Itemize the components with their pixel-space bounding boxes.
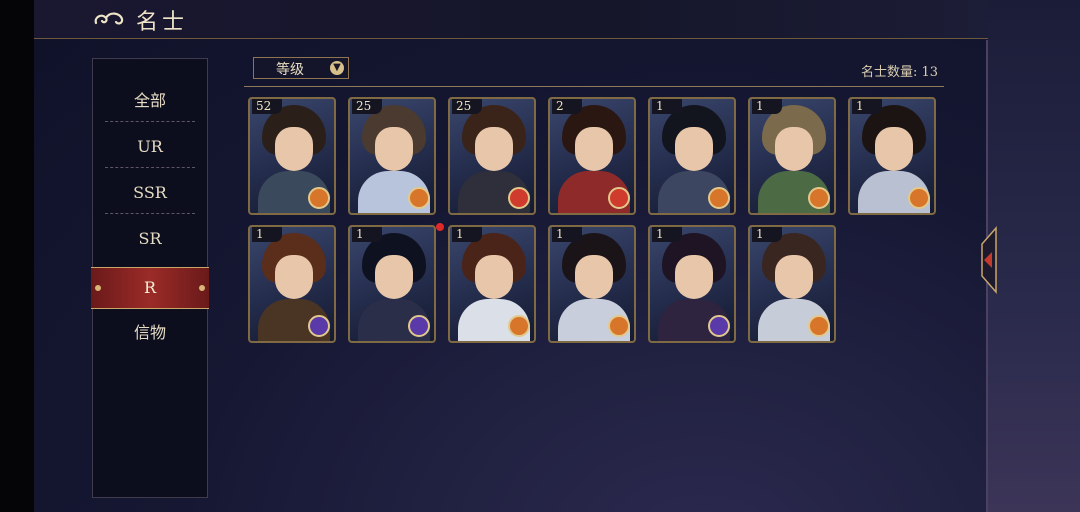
orange-faction-icon (408, 187, 430, 209)
portrait-face (275, 255, 313, 299)
character-card[interactable]: 1 (248, 225, 336, 343)
portrait-face (275, 127, 313, 171)
purple-faction-icon (708, 315, 730, 337)
portrait-face (775, 127, 813, 171)
character-card[interactable]: 25 (348, 97, 436, 215)
level-badge: 25 (352, 99, 382, 114)
divider (105, 121, 195, 122)
divider (105, 167, 195, 168)
level-badge: 1 (752, 227, 782, 242)
rarity-filter-sidebar: 全部 UR SSR SR R 信物 (91, 58, 209, 498)
character-card[interactable]: 1 (348, 225, 436, 343)
portrait-face (875, 127, 913, 171)
orange-faction-icon (308, 187, 330, 209)
ornament-dot (95, 285, 101, 291)
portrait-face (575, 255, 613, 299)
orange-faction-icon (608, 315, 630, 337)
filter-ur[interactable]: UR (93, 127, 207, 167)
filter-all[interactable]: 全部 (93, 81, 207, 121)
orange-faction-icon (808, 315, 830, 337)
sort-dropdown[interactable]: 等级 ▼ (253, 57, 349, 79)
portrait-face (775, 255, 813, 299)
orange-faction-icon (908, 187, 930, 209)
red-faction-icon (608, 187, 630, 209)
level-badge: 1 (652, 227, 682, 242)
character-card[interactable]: 25 (448, 97, 536, 215)
chevron-down-icon: ▼ (330, 61, 344, 75)
new-indicator-dot (436, 223, 444, 231)
character-card[interactable]: 1 (548, 225, 636, 343)
arrow-left-icon[interactable] (976, 226, 1000, 294)
level-badge: 1 (652, 99, 682, 114)
orange-faction-icon (708, 187, 730, 209)
portrait-face (675, 255, 713, 299)
level-badge: 2 (552, 99, 582, 114)
portrait-face (475, 255, 513, 299)
character-card[interactable]: 52 (248, 97, 336, 215)
level-badge: 1 (752, 99, 782, 114)
left-black-bar (0, 0, 34, 512)
portrait-face (575, 127, 613, 171)
right-background (988, 0, 1080, 512)
orange-faction-icon (508, 315, 530, 337)
purple-faction-icon (308, 315, 330, 337)
orange-faction-icon (808, 187, 830, 209)
portrait-face (475, 127, 513, 171)
character-card[interactable]: 2 (548, 97, 636, 215)
level-badge: 1 (552, 227, 582, 242)
header-divider (244, 86, 944, 87)
character-card[interactable]: 1 (748, 97, 836, 215)
divider (105, 213, 195, 214)
page-title: 名士 (136, 10, 189, 35)
level-badge: 52 (252, 99, 282, 114)
character-count: 名士数量: 13 (860, 65, 938, 80)
ornament-dot (199, 285, 205, 291)
portrait-face (375, 255, 413, 299)
character-card[interactable]: 1 (748, 225, 836, 343)
character-card[interactable]: 1 (448, 225, 536, 343)
filter-sr[interactable]: SR (93, 219, 207, 259)
portrait-face (375, 127, 413, 171)
cloud-swirl-icon (94, 12, 124, 25)
level-badge: 1 (452, 227, 482, 242)
sort-label: 等级 (276, 62, 304, 78)
character-card[interactable]: 1 (648, 97, 736, 215)
level-badge: 1 (852, 99, 882, 114)
portrait-face (675, 127, 713, 171)
character-card[interactable]: 1 (648, 225, 736, 343)
level-badge: 1 (352, 227, 382, 242)
filter-token[interactable]: 信物 (93, 313, 207, 353)
red-faction-icon (508, 187, 530, 209)
filter-r[interactable]: R (91, 267, 209, 309)
level-badge: 25 (452, 99, 482, 114)
character-card[interactable]: 1 (848, 97, 936, 215)
filter-ssr[interactable]: SSR (93, 173, 207, 213)
level-badge: 1 (252, 227, 282, 242)
purple-faction-icon (408, 315, 430, 337)
